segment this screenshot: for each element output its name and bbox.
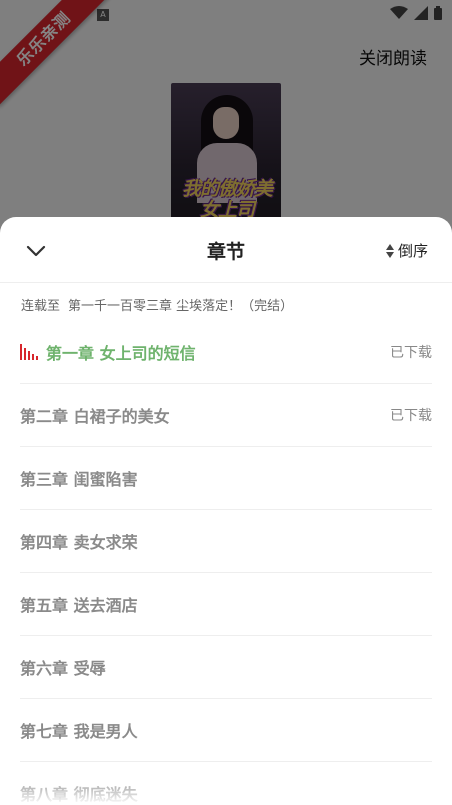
download-status: 已下载 [390, 408, 432, 424]
download-status: 已下载 [390, 345, 432, 361]
chapter-title: 第二章 白裙子的美女 [20, 407, 170, 426]
sort-order-button[interactable]: 倒序 [385, 240, 428, 261]
chapter-row-3[interactable]: 第三章 闺蜜陷害 [20, 447, 432, 510]
chapter-title: 第八章 彻底迷失 [20, 785, 138, 804]
serial-status: 连载至 第一千一百零三章 尘埃落定！（完结） [21, 295, 293, 314]
chapter-row-8[interactable]: 第八章 彻底迷失 [20, 762, 432, 805]
chapter-row-5[interactable]: 第五章 送去酒店 [20, 573, 432, 636]
serial-prefix: 连载至 [21, 299, 61, 314]
sort-order-label: 倒序 [397, 242, 428, 260]
chapter-row-6[interactable]: 第六章 受辱 [20, 636, 432, 699]
chevron-down-icon [26, 245, 46, 257]
chapter-title: 第三章 闺蜜陷害 [20, 470, 138, 489]
chapter-row-2[interactable]: 第二章 白裙子的美女 已下载 [20, 384, 432, 447]
chapter-row-7[interactable]: 第七章 我是男人 [20, 699, 432, 762]
chapter-row-4[interactable]: 第四章 卖女求荣 [20, 510, 432, 573]
chapter-list: 第一章 女上司的短信 已下载 第二章 白裙子的美女 已下载 第三章 闺蜜陷害 第… [20, 321, 432, 805]
serial-latest-chapter: 第一千一百零三章 尘埃落定！（完结） [68, 299, 294, 314]
chapter-title: 第四章 卖女求荣 [20, 533, 138, 552]
chapter-sheet: 章节 倒序 连载至 第一千一百零三章 尘埃落定！（完结） 第一章 女上司的短信 已… [0, 217, 452, 805]
chapter-title: 第一章 女上司的短信 [46, 344, 196, 363]
sheet-header: 章节 倒序 [0, 217, 452, 283]
collapse-button[interactable] [24, 239, 48, 263]
sort-icon [385, 243, 394, 258]
now-playing-icon [20, 344, 40, 360]
chapter-title: 第五章 送去酒店 [20, 596, 138, 615]
chapter-row-1[interactable]: 第一章 女上司的短信 已下载 [20, 321, 432, 384]
chapter-title: 第七章 我是男人 [20, 722, 138, 741]
chapter-title: 第六章 受辱 [20, 659, 106, 678]
